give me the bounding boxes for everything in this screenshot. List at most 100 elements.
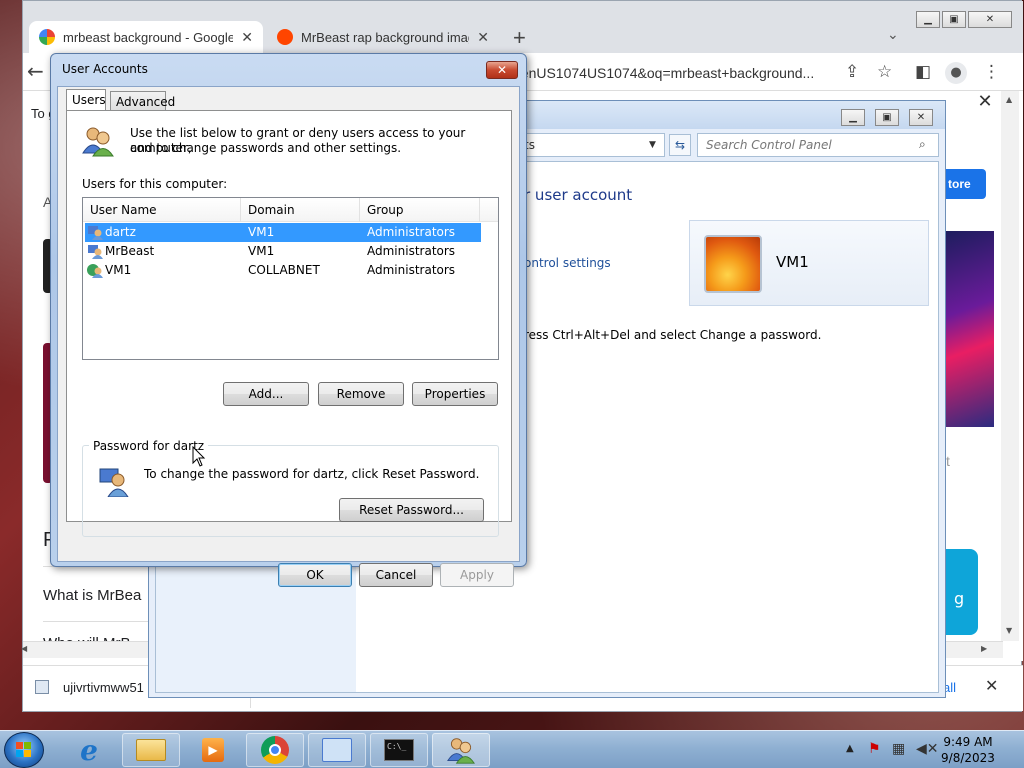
close-panel-icon[interactable]: ✕ [969, 91, 1001, 121]
mouse-cursor-icon [192, 446, 206, 467]
maximize-icon[interactable]: ▣ [875, 109, 899, 126]
folder-icon [136, 739, 166, 761]
search-icon[interactable]: ⌕ [919, 137, 926, 152]
taskbar: e ▶ C:\_ ▲ ⚑ ▦ ◀✕ 9:49 AM 9/8/2023 [0, 730, 1024, 768]
scroll-right-icon[interactable]: ▶ [981, 644, 987, 653]
dropdown-arrow-icon[interactable]: ▼ [649, 140, 656, 150]
reset-password-button[interactable]: Reset Password... [339, 498, 484, 522]
account-name: VM1 [776, 253, 809, 271]
tab-mrbeast-image[interactable]: MrBeast rap background image ✕ [267, 21, 499, 53]
tab-title: MrBeast rap background image [301, 29, 470, 45]
divider [43, 621, 153, 622]
command-prompt-button[interactable]: C:\_ [370, 733, 428, 767]
column-group[interactable]: Group [360, 198, 480, 222]
control-panel-taskbar-button[interactable] [308, 733, 366, 767]
close-download-bar-icon[interactable]: ✕ [985, 676, 998, 695]
close-tab-icon[interactable]: ✕ [241, 29, 253, 46]
control-panel-icon [322, 738, 352, 762]
close-icon[interactable]: ✕ [909, 109, 933, 126]
add-button[interactable]: Add... [223, 382, 309, 406]
command-prompt-icon: C:\_ [384, 739, 414, 761]
side-panel-icon[interactable]: ◧ [915, 62, 931, 82]
intro-line-2: and to change passwords and other settin… [130, 141, 402, 155]
system-clock[interactable]: 9:49 AM 9/8/2023 [932, 734, 1004, 766]
internet-explorer-icon: e [80, 733, 98, 767]
action-center-flag-icon[interactable]: ⚑ [868, 741, 881, 757]
store-button[interactable]: tore [946, 169, 986, 199]
share-icon[interactable]: ⇪ [845, 62, 859, 82]
users-group-icon [82, 127, 114, 157]
apply-button[interactable]: Apply [440, 563, 514, 587]
scroll-left-icon[interactable]: ◀ [21, 644, 27, 653]
users-list[interactable]: User Name Domain Group dartz VM1 Adminis… [82, 197, 499, 360]
show-hidden-icons-icon[interactable]: ▲ [846, 743, 854, 754]
question-item[interactable]: What is MrBea [43, 587, 141, 604]
start-button[interactable] [4, 732, 44, 768]
scroll-up-icon[interactable]: ▲ [1006, 95, 1012, 104]
vertical-scrollbar[interactable]: ▲ ▼ [1001, 91, 1019, 641]
properties-button[interactable]: Properties [412, 382, 498, 406]
user-domain: VM1 [248, 244, 275, 258]
remove-button[interactable]: Remove [318, 382, 404, 406]
refresh-icon[interactable]: ⇆ [669, 134, 691, 156]
reddit-icon [277, 29, 293, 45]
users-tab-panel: Use the list below to grant or deny user… [66, 110, 512, 537]
cp-heading: r user account [524, 186, 633, 204]
user-row-mrbeast[interactable]: MrBeast VM1 Administrators [85, 242, 481, 261]
user-group: Administrators [367, 263, 456, 277]
ok-button[interactable]: OK [278, 563, 352, 587]
column-user-name[interactable]: User Name [83, 198, 241, 222]
network-icon[interactable]: ▦ [892, 741, 905, 757]
tab-users[interactable]: Users [66, 89, 106, 112]
tab-title: mrbeast background - Google Se [63, 29, 234, 45]
clock-date: 9/8/2023 [941, 751, 995, 765]
download-file-name[interactable]: ujivrtivmww51 [63, 680, 144, 695]
maximize-icon[interactable]: ▣ [942, 11, 966, 28]
user-icon [88, 245, 103, 259]
system-tray: ▲ ⚑ ▦ ◀✕ 9:49 AM 9/8/2023 [840, 731, 1024, 768]
dialog-client-area: Users Advanced Use the list below to gra… [57, 86, 520, 587]
close-button[interactable]: ✕ [486, 61, 518, 79]
user-row-dartz[interactable]: dartz VM1 Administrators [85, 223, 481, 242]
user-domain: COLLABNET [248, 263, 320, 277]
minimize-icon[interactable]: ▁ [916, 11, 940, 28]
media-player-icon: ▶ [202, 738, 224, 762]
user-row-vm1[interactable]: VM1 COLLABNET Administrators [85, 261, 481, 280]
media-player-button[interactable]: ▶ [184, 733, 242, 767]
cp-search-input[interactable]: Search Control Panel [697, 133, 939, 157]
chrome-taskbar-button[interactable] [246, 733, 304, 767]
close-tab-icon[interactable]: ✕ [477, 29, 489, 46]
dialog-title: User Accounts [62, 62, 148, 76]
users-list-label: Users for this computer: [82, 177, 228, 191]
new-tab-icon[interactable]: + [513, 25, 526, 51]
account-card: VM1 [689, 220, 929, 306]
account-picture[interactable] [704, 235, 762, 293]
cp-window-controls: ▁ ▣ ✕ [841, 109, 933, 126]
close-icon[interactable]: ✕ [968, 11, 1012, 28]
file-icon [35, 680, 49, 694]
cp-settings-link[interactable]: ontrol settings [524, 256, 611, 270]
tab-search-chevron-icon[interactable]: ⌄ [887, 27, 899, 43]
page-snippet-t: t [946, 453, 950, 469]
cancel-button[interactable]: Cancel [359, 563, 433, 587]
image-fragment [946, 231, 994, 427]
password-groupbox [82, 445, 499, 537]
address-bar[interactable]: _enUS1074US1074&oq=mrbeast+background... [513, 60, 893, 86]
file-explorer-button[interactable] [122, 733, 180, 767]
menu-dots-icon[interactable]: ⋮ [983, 62, 1000, 82]
back-arrow-icon[interactable]: ← [27, 59, 44, 83]
chrome-icon [261, 736, 289, 764]
windows-logo-icon [16, 742, 31, 757]
user-accounts-dialog: User Accounts ✕ Users Advanced Use the l… [50, 53, 527, 587]
minimize-icon[interactable]: ▁ [841, 109, 865, 126]
column-domain[interactable]: Domain [241, 198, 360, 222]
tab-strip: mrbeast background - Google Se ✕ MrBeast… [23, 1, 1023, 53]
tab-advanced[interactable]: Advanced [110, 91, 175, 112]
internet-explorer-button[interactable]: e [60, 733, 118, 767]
scroll-down-icon[interactable]: ▼ [1006, 626, 1012, 635]
tab-google-search[interactable]: mrbeast background - Google Se ✕ [29, 21, 263, 53]
password-group-label: Password for dartz [89, 439, 209, 453]
profile-avatar[interactable]: ● [945, 62, 967, 84]
bookmark-star-icon[interactable]: ☆ [877, 62, 892, 82]
user-accounts-taskbar-button[interactable] [432, 733, 490, 767]
